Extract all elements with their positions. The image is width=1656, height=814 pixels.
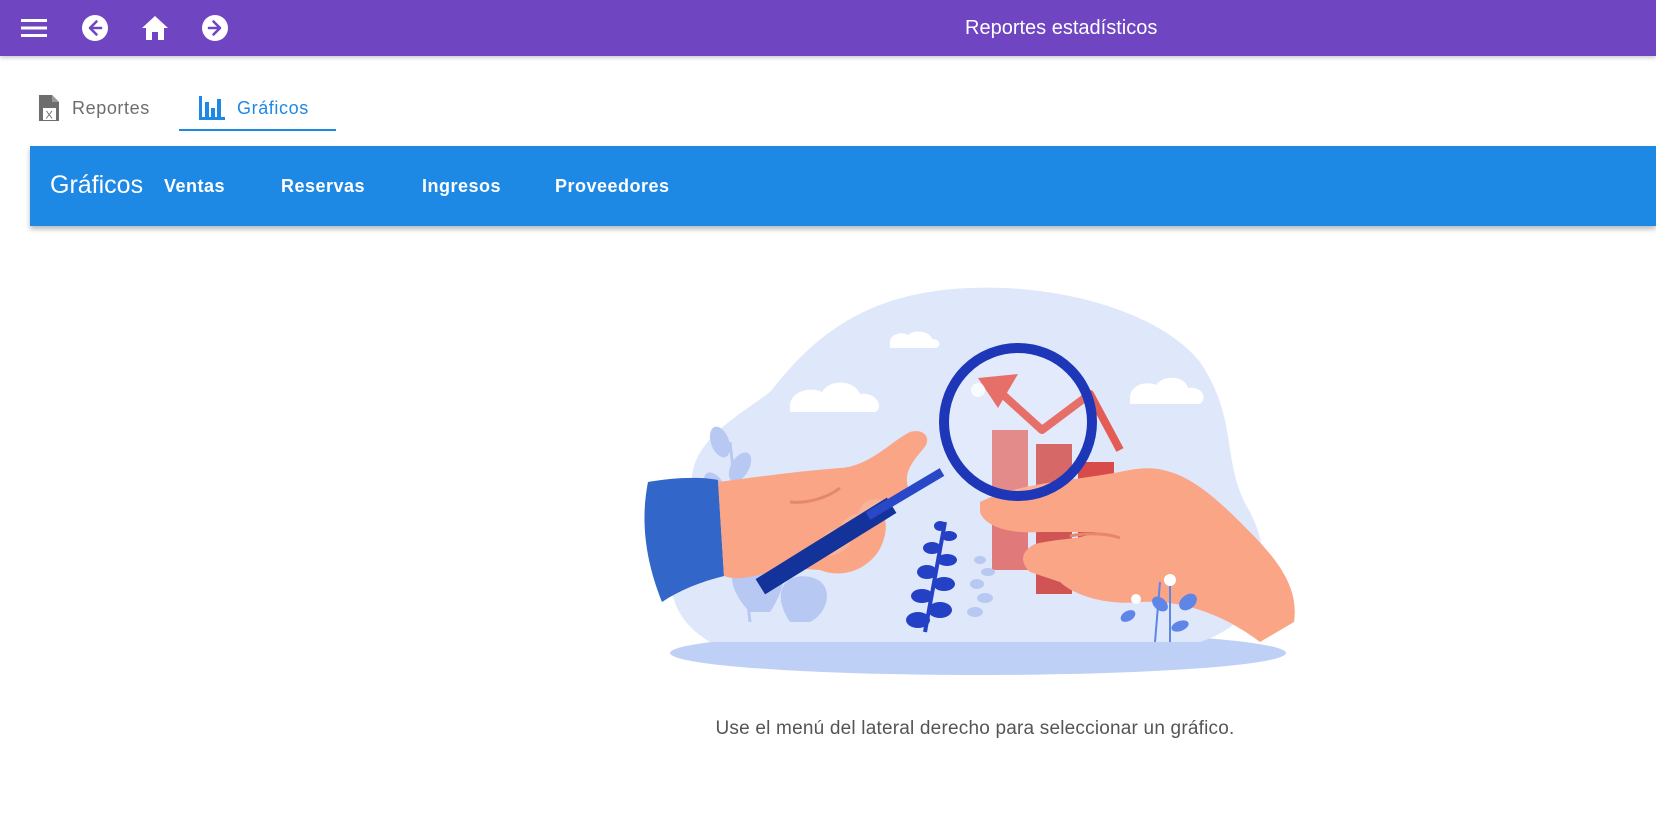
nav-ventas[interactable]: Ventas (156, 168, 233, 204)
nav-ingresos[interactable]: Ingresos (414, 168, 509, 204)
page-title: Reportes estadísticos (965, 17, 1158, 39)
menu-icon (21, 19, 47, 37)
tab-reportes[interactable]: X Reportes (18, 84, 170, 132)
empty-state-message: Use el menú del lateral derecho para sel… (715, 718, 1235, 739)
home-icon (142, 16, 168, 40)
arrow-right-circle-icon (202, 15, 228, 41)
svg-text:X: X (46, 110, 54, 122)
arrow-left-circle-icon (82, 15, 108, 41)
charts-toolbar: Gráficos Ventas Reservas Ingresos Provee… (30, 146, 1656, 226)
back-button[interactable] (77, 10, 113, 46)
bar-chart-icon (199, 96, 225, 120)
app-bar: Reportes estadísticos (0, 0, 1656, 56)
forward-button[interactable] (197, 10, 233, 46)
active-tab-indicator (179, 129, 336, 131)
home-button[interactable] (137, 10, 173, 46)
tab-bar: X Reportes Gráficos (0, 56, 1656, 132)
nav-reservas[interactable]: Reservas (273, 168, 373, 204)
tab-graficos[interactable]: Gráficos (179, 84, 336, 132)
toolbar-title: Gráficos (50, 171, 144, 199)
tab-reportes-label: Reportes (72, 97, 150, 118)
menu-button[interactable] (16, 10, 52, 46)
analytics-illustration (644, 287, 1295, 675)
nav-proveedores[interactable]: Proveedores (547, 168, 678, 204)
excel-file-icon: X (39, 95, 59, 122)
tab-graficos-label: Gráficos (237, 97, 309, 118)
